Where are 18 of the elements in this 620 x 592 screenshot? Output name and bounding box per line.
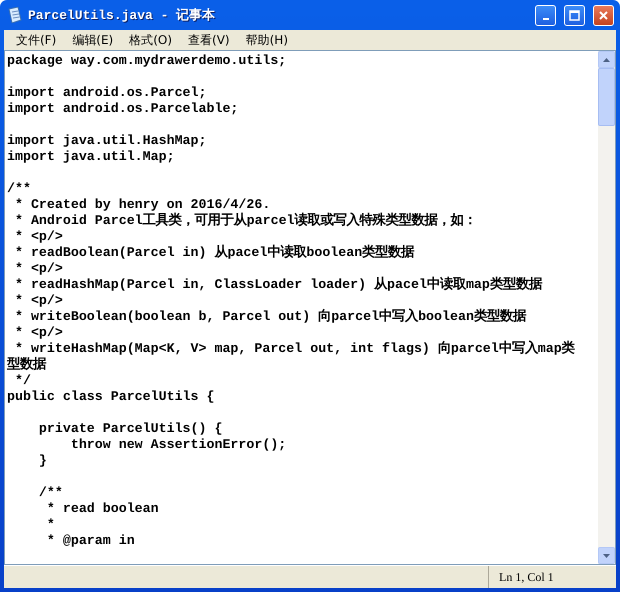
scroll-thumb[interactable]: [598, 68, 615, 126]
maximize-icon: [569, 10, 580, 20]
minimize-button[interactable]: [535, 4, 556, 26]
cursor-position: Ln 1, Col 1: [488, 566, 616, 588]
menu-item[interactable]: 编辑(E): [64, 30, 122, 50]
maximize-button[interactable]: [564, 4, 585, 26]
scroll-down-arrow-icon[interactable]: [603, 554, 610, 558]
menu-item[interactable]: 文件(F): [8, 30, 64, 50]
window-title: ParcelUtils.java - 记事本: [28, 7, 216, 24]
minimize-icon: [542, 18, 548, 20]
menu-item[interactable]: 格式(O): [121, 30, 180, 50]
notepad-icon: [8, 7, 22, 23]
menu-item[interactable]: 查看(V): [180, 30, 238, 50]
scroll-up-arrow-icon[interactable]: [603, 58, 610, 62]
close-button[interactable]: [593, 4, 614, 26]
close-icon: [598, 10, 609, 20]
vertical-scrollbar[interactable]: [598, 51, 615, 564]
menu-item[interactable]: 帮助(H): [238, 30, 296, 50]
